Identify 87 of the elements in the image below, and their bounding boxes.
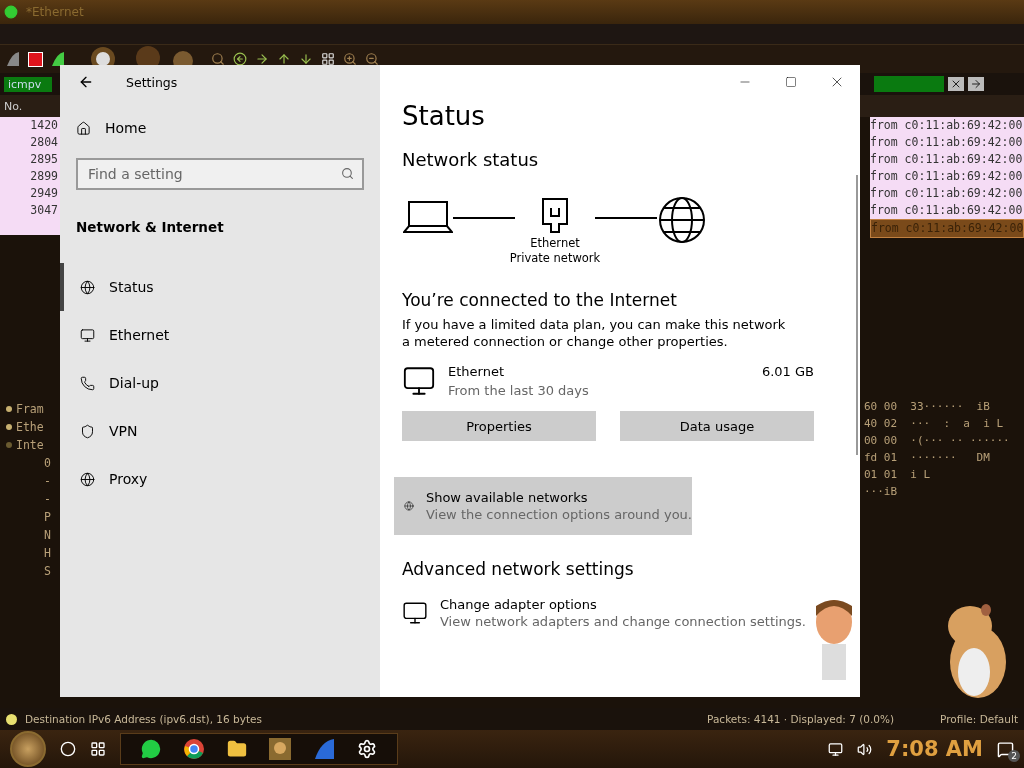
stop-icon[interactable] — [28, 51, 43, 67]
adapter-options-link[interactable]: Change adapter options — [440, 597, 806, 612]
section-title: Advanced network settings — [402, 559, 635, 579]
globe-icon — [80, 471, 95, 487]
tree-item[interactable]: Fram — [16, 401, 44, 416]
tree-item[interactable]: 0 — [44, 455, 51, 470]
up-arrow-icon[interactable] — [277, 52, 291, 66]
clear-button[interactable] — [948, 77, 964, 91]
window-title: *Ethernet — [26, 5, 84, 19]
bytes-text: 40 02 ··· : a i L — [864, 417, 1005, 432]
tree-item[interactable]: H — [44, 545, 51, 560]
data-usage-button[interactable]: Data usage — [620, 411, 814, 441]
sidebar-item[interactable]: Proxy — [60, 455, 380, 503]
zoom-in-icon[interactable] — [343, 52, 357, 66]
description-text: If you have a limited data plan, you can make this network a metered connection or change other properties. — [402, 316, 787, 350]
search-field[interactable]: Find a setting — [76, 158, 364, 190]
table-cell[interactable]: from c0:11:ab:69:42:00 — [870, 168, 1024, 185]
status-icon — [6, 713, 17, 725]
bytes-text: 00 00 ·(··· ·· ······ — [864, 434, 1011, 449]
home-icon — [76, 120, 91, 136]
table-cell[interactable]: from c0:11:ab:69:42:00 — [870, 117, 1024, 134]
volume-icon[interactable] — [857, 741, 873, 757]
window-title: Settings — [126, 74, 178, 90]
tree-item[interactable]: N — [44, 527, 51, 542]
globe-icon — [657, 196, 707, 244]
task-view-icon[interactable] — [90, 741, 106, 757]
filter-field[interactable]: icmpv — [4, 76, 52, 92]
home-link[interactable]: Home — [105, 120, 147, 136]
monitor-icon — [402, 600, 428, 626]
tree-item[interactable]: Inte — [16, 437, 44, 452]
browser-icon[interactable] — [183, 738, 205, 760]
packet-count: Packets: 4141 · Displayed: 7 (0.0%) — [707, 713, 895, 725]
monitor-icon — [80, 327, 95, 343]
usage-name: Ethernet — [448, 364, 505, 379]
app-icon — [4, 5, 18, 19]
sidebar-item[interactable]: Status — [60, 263, 380, 311]
tree-item[interactable]: Ethe — [16, 419, 44, 434]
tree-item[interactable]: - — [44, 473, 51, 488]
tree-item[interactable]: P — [44, 509, 51, 524]
adapter-options-text: View network adapters and change connection settings. — [440, 614, 806, 629]
down-arrow-icon[interactable] — [299, 52, 313, 66]
usage-amount: 6.01 GB — [761, 364, 814, 381]
sidebar-item[interactable]: Ethernet — [60, 311, 380, 359]
table-cell[interactable]: from c0:11:ab:69:42:00 — [870, 134, 1024, 151]
show-networks-button[interactable]: Show available networks View the connection options around you. — [394, 477, 692, 535]
shield-icon — [80, 423, 95, 439]
desktop-icon — [402, 364, 436, 398]
bytes-text: 60 00 33······ iB — [864, 400, 991, 415]
sidebar-item[interactable]: VPN — [60, 407, 380, 455]
properties-button[interactable]: Properties — [402, 411, 596, 441]
profile-label[interactable]: Profile: Default — [940, 713, 1018, 725]
folder-icon[interactable] — [227, 739, 247, 759]
fin-icon[interactable] — [51, 51, 65, 67]
zoom-out-icon[interactable] — [365, 52, 379, 66]
close-icon — [950, 78, 962, 90]
tree-item[interactable]: - — [44, 491, 51, 506]
bytes-text: ···iB — [864, 485, 899, 500]
table-cell[interactable]: from c0:11:ab:69:42:00 — [870, 185, 1024, 202]
ethernet-port-icon — [540, 196, 570, 236]
table-cell[interactable]: from c0:11:ab:69:42:00 — [870, 151, 1024, 168]
usage-period: From the last 30 days — [448, 383, 590, 398]
network-icon[interactable] — [828, 741, 844, 757]
bytes-text: fd 01 ······· DM — [864, 451, 991, 466]
clock[interactable]: 7:08 AM — [886, 737, 983, 761]
section-title: Network & Internet — [75, 218, 225, 237]
field-info: Destination IPv6 Address (ipv6.dst), 16 bytes — [25, 713, 262, 725]
tree-item[interactable]: S — [44, 563, 51, 578]
phone-icon — [80, 375, 95, 391]
maximize-icon — [785, 76, 797, 88]
sidebar-item[interactable]: Dial-up — [60, 359, 380, 407]
adapter-label: Ethernet — [530, 236, 580, 251]
globe-icon — [80, 279, 95, 295]
column-header: No. — [3, 99, 23, 113]
connection-heading: You’re connected to the Internet — [402, 290, 678, 310]
settings-icon[interactable] — [357, 739, 377, 759]
start-button[interactable] — [10, 731, 46, 767]
expander-icon[interactable] — [6, 423, 12, 430]
expander-icon[interactable] — [6, 405, 12, 412]
arrow-icon — [970, 78, 982, 90]
notification-badge: 2 — [1008, 749, 1020, 762]
bytes-text: 01 01 i L — [864, 468, 932, 483]
page-title: Status — [402, 101, 486, 131]
table-cell[interactable]: from c0:11:ab:69:42:00 — [870, 202, 1024, 219]
network-type-label: Private network — [509, 251, 601, 266]
section-title: Network status — [402, 149, 540, 170]
list-icon[interactable] — [321, 52, 335, 66]
chat-icon[interactable] — [141, 739, 161, 759]
